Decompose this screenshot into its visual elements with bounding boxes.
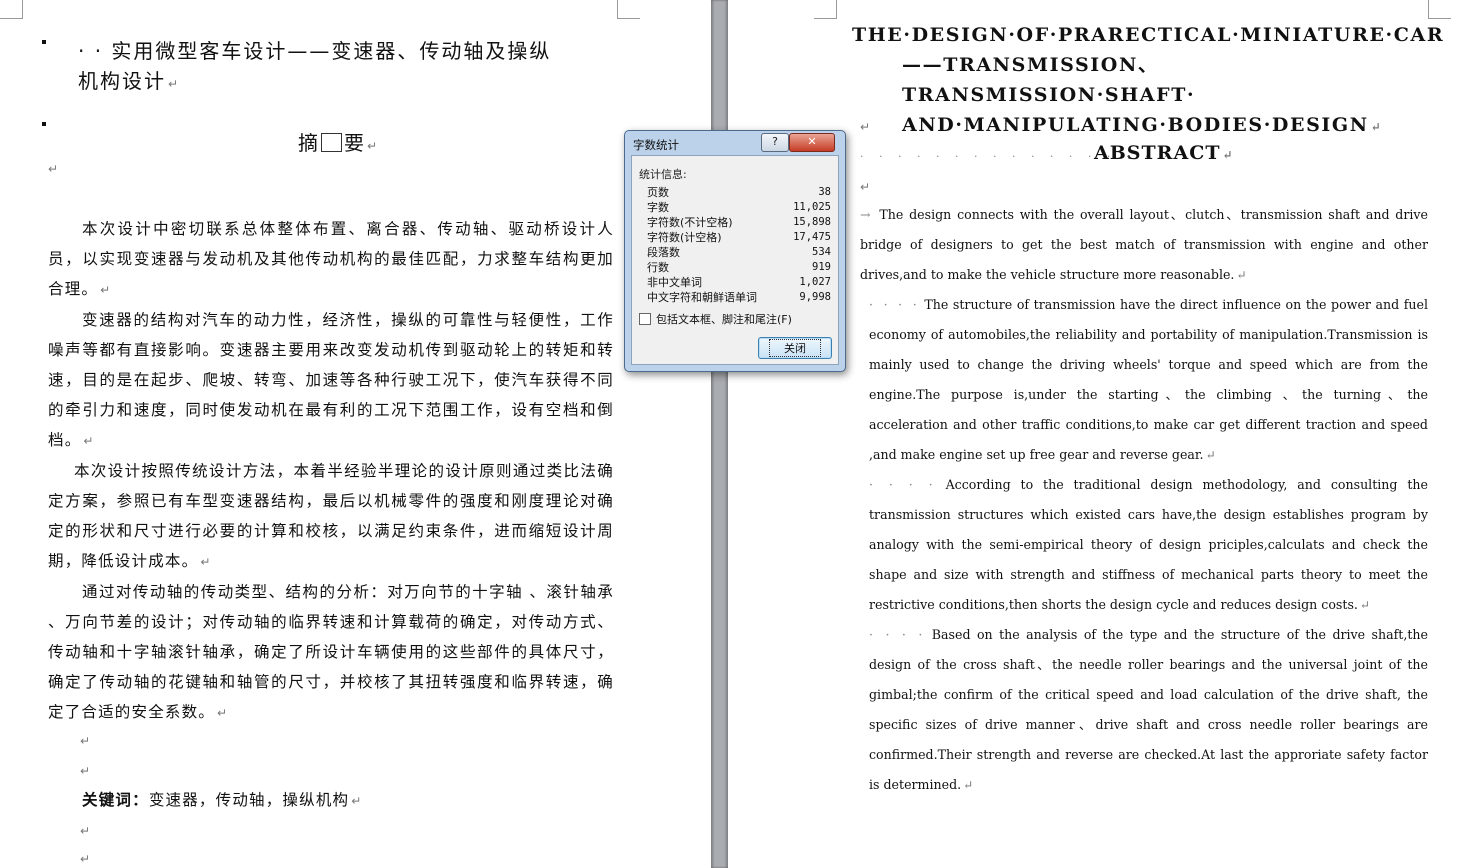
stat-row-chars-with-spaces: 字符数(计空格) 17,475: [647, 231, 831, 244]
paragraph-mark: ↵: [80, 764, 91, 778]
paragraph-mark: ↵: [351, 794, 363, 808]
abstract-paragraph: 变速器的结构对汽车的动力性，经济性，操纵的可靠性与轻便性，工作噪声等都有直接影响…: [48, 311, 614, 449]
abstract-heading-char: 摘: [298, 131, 319, 155]
paragraph-mark: ↵: [48, 162, 59, 176]
space-box-mark: [321, 133, 342, 152]
statistics-label: 统计信息:: [639, 168, 687, 181]
stat-row-lines: 行数 919: [647, 261, 831, 274]
paragraph-mark: ↵: [860, 180, 871, 194]
paragraph-mark: ↵: [168, 77, 181, 91]
abstract-paragraph: · · · · According to the traditional des…: [869, 477, 1428, 612]
stat-row-paragraphs: 段落数 534: [647, 246, 831, 259]
checkbox-box[interactable]: [639, 313, 651, 325]
include-textboxes-checkbox[interactable]: 包括文本框、脚注和尾注(F): [639, 311, 792, 327]
english-title-line1: THE·DESIGN·OF·PRARECTICAL·MINIATURE·CAR: [852, 24, 1445, 46]
stat-row-words: 字数 11,025: [647, 201, 831, 214]
paragraph-mark: ↵: [860, 120, 871, 134]
paragraph-mark: ↵: [80, 824, 91, 838]
paragraph-mark: ↵: [80, 852, 91, 866]
keywords-line: 关键词：变速器，传动轴，操纵机构 ↵: [82, 788, 362, 810]
dialog-panel: 统计信息: 页数 38 字数 11,025 字符数(不计空格) 15,898 字符数(…: [631, 155, 839, 365]
keywords-label: 关键词：: [82, 791, 149, 809]
abstract-paragraph: 通过对传动轴的传动类型、结构的分析：对万向节的十字轴 、滚针轴承 、万向节差的设…: [48, 583, 614, 721]
close-button[interactable]: 关闭: [758, 337, 832, 359]
checkbox-label: 包括文本框、脚注和尾注(F): [656, 313, 792, 326]
paragraph-mark: ↵: [1370, 120, 1383, 134]
english-title-line3: AND·MANIPULATING·BODIES·DESIGN: [902, 114, 1369, 136]
crop-mark: [0, 0, 23, 19]
english-abstract-heading: ABSTRACT ↵: [1094, 142, 1234, 164]
paragraph-mark: ↵: [80, 734, 91, 748]
abstract-paragraph: 本次设计按照传统设计方法，本着半经验半理论的设计原则通过类比法确定方案，参照已有…: [48, 462, 614, 570]
close-window-button[interactable]: ✕: [789, 133, 835, 152]
abstract-paragraph: · · · · Based on the analysis of the typ…: [869, 627, 1428, 792]
chinese-title-line1: · · 实用微型客车设计——变速器、传动轴及操纵: [78, 39, 552, 63]
english-abstract-body[interactable]: → The design connects with the overall l…: [860, 200, 1428, 800]
help-button[interactable]: ?: [761, 133, 789, 152]
keywords-value: 变速器，传动轴，操纵机构: [148, 791, 350, 809]
stat-row-non-chinese-words: 非中文单词 1,027: [647, 276, 831, 289]
stat-row-chars-no-spaces: 字符数(不计空格) 15,898: [647, 216, 831, 229]
abstract-paragraph: · · · · The structure of transmission ha…: [869, 297, 1429, 462]
bullet-mark: [42, 40, 46, 44]
close-button-label: 关闭: [769, 339, 821, 357]
stat-row-chinese-chars: 中文字符和朝鲜语单词 9,998: [647, 291, 831, 304]
crop-mark: [617, 0, 640, 19]
bullet-mark: [42, 122, 46, 126]
word-count-dialog[interactable]: 字数统计 ? ✕ 统计信息: 页数 38 字数 11,025 字符数(不计空格) 15…: [624, 130, 846, 372]
chinese-abstract-body[interactable]: 本次设计中密切联系总体整体布置、离合器、传动轴、驱动桥设计人员，以实现变速器与发…: [48, 214, 614, 728]
dialog-title: 字数统计: [633, 138, 679, 152]
abstract-paragraph: → The design connects with the overall l…: [860, 207, 1428, 282]
english-title: THE·DESIGN·OF·PRARECTICAL·MINIATURE·CAR …: [852, 20, 1445, 142]
stat-row-pages: 页数 38: [647, 186, 831, 199]
chinese-title-line2: 机构设计: [78, 69, 166, 93]
english-title-line2: ——TRANSMISSION、TRANSMISSION·SHAFT·: [902, 54, 1196, 106]
paragraph-mark: ↵: [367, 139, 379, 153]
abstract-paragraph: 本次设计中密切联系总体整体布置、离合器、传动轴、驱动桥设计人员，以实现变速器与发…: [48, 220, 614, 298]
crop-mark: [814, 0, 837, 19]
document-page-left[interactable]: · · 实用微型客车设计——变速器、传动轴及操纵 机构设计 ↵ 摘要 ↵ ↵ 本次设…: [0, 0, 711, 868]
crop-mark: [1428, 0, 1451, 19]
abstract-heading-char: 要: [344, 131, 365, 155]
statistics-list: 页数 38 字数 11,025 字符数(不计空格) 15,898 字符数(计空格) 17…: [647, 185, 831, 305]
chinese-title: · · 实用微型客车设计——变速器、传动轴及操纵 机构设计 ↵: [78, 36, 551, 99]
chinese-abstract-heading: 摘 要 ↵: [298, 127, 378, 156]
